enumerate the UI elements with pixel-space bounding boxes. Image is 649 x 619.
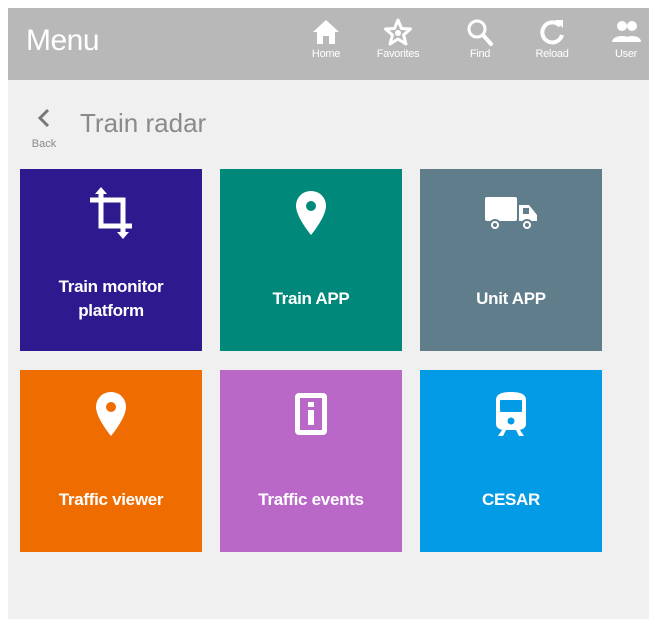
chevron-left-icon <box>24 108 64 132</box>
find-label: Find <box>469 48 491 60</box>
top-bar: Menu Home Favorites Find Reload User <box>8 8 649 80</box>
tile-train-monitor-platform[interactable]: Train monitor platform <box>20 169 202 351</box>
tile-unit-app[interactable]: Unit APP <box>420 169 602 351</box>
home-icon <box>313 20 339 44</box>
user-label: User <box>614 48 638 60</box>
train-icon <box>496 392 526 436</box>
user-button[interactable]: User <box>598 14 649 74</box>
tile-label: CESAR <box>481 490 540 509</box>
search-icon <box>467 19 493 46</box>
back-button[interactable]: Back <box>24 108 64 156</box>
home-button[interactable]: Home <box>298 14 354 74</box>
app-window: Menu Home Favorites Find Reload User Bac… <box>8 8 649 619</box>
tile-label: Traffic events <box>258 490 364 509</box>
map-marker-icon <box>96 392 126 436</box>
truck-icon <box>485 197 537 231</box>
tile-label: Train APP <box>272 289 350 308</box>
tile-label: Traffic viewer <box>58 490 164 509</box>
find-button[interactable]: Find <box>452 14 508 74</box>
menu-title: Menu <box>26 24 100 57</box>
user-group-icon <box>612 21 641 42</box>
star-icon <box>384 18 412 46</box>
tile-traffic-viewer[interactable]: Traffic viewer <box>20 370 202 552</box>
back-label: Back <box>31 138 57 150</box>
info-box-icon <box>295 393 327 435</box>
map-marker-icon <box>296 191 326 235</box>
reload-button[interactable]: Reload <box>524 14 580 74</box>
home-label: Home <box>311 48 341 60</box>
tile-train-app[interactable]: Train APP <box>220 169 402 351</box>
tile-label: Unit APP <box>476 289 546 308</box>
reload-icon <box>540 20 564 45</box>
crop-icon <box>90 187 132 239</box>
favorites-button[interactable]: Favorites <box>370 14 426 74</box>
page-title: Train radar <box>80 108 207 138</box>
tile-traffic-events[interactable]: Traffic events <box>220 370 402 552</box>
reload-label: Reload <box>535 48 569 60</box>
favorites-label: Favorites <box>376 48 420 60</box>
tile-cesar[interactable]: CESAR <box>420 370 602 552</box>
tile-label: Train monitor platform <box>58 277 164 320</box>
